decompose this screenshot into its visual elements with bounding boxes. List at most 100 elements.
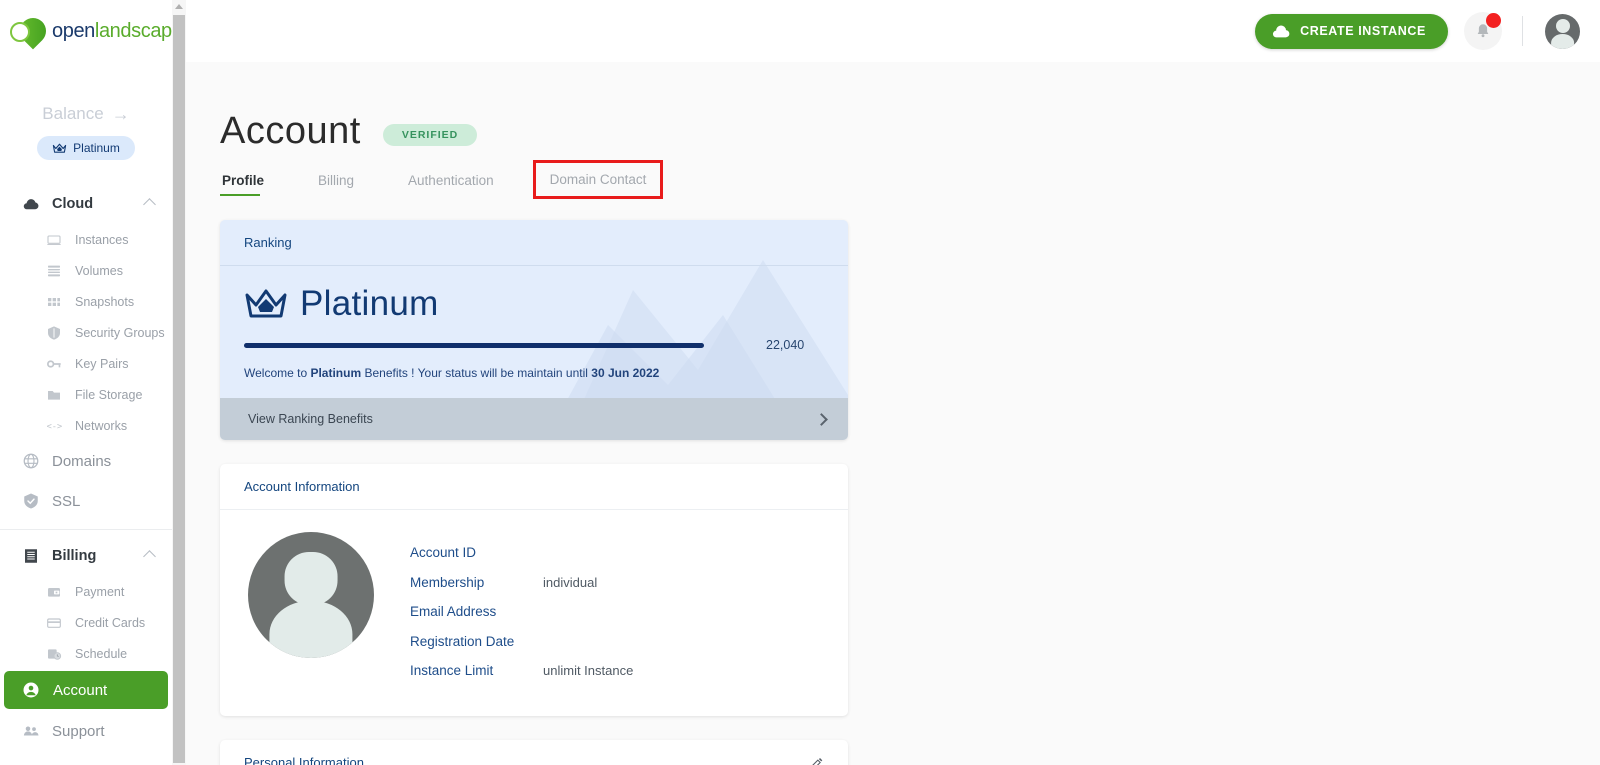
sidebar-item-payment[interactable]: Payment [0,576,172,607]
sidebar-group-billing-label: Billing [52,548,97,564]
crown-icon [245,289,287,318]
sidebar-group-cloud[interactable]: Cloud [0,184,172,224]
view-ranking-benefits-link[interactable]: View Ranking Benefits [220,398,848,440]
account-row-account-id: Account ID [410,538,633,568]
balance-label: Balance [42,104,104,123]
top-header: CREATE INSTANCE [186,0,1600,62]
sidebar-item-key-pairs-label: Key Pairs [75,356,129,371]
globe-icon [23,453,39,469]
svg-text:<->: <-> [47,422,62,432]
pencil-icon[interactable] [808,755,824,765]
ranking-progress-row: 22,040 [244,338,824,352]
view-ranking-benefits-label: View Ranking Benefits [248,412,373,426]
main-content: Account VERIFIED Profile Billing Authent… [186,62,1600,765]
cloud-icon [1273,24,1290,37]
sidebar-rank-pill[interactable]: Platinum [37,136,135,160]
sidebar-item-domains-label: Domains [52,452,112,470]
personal-information-title: Personal Information [244,755,364,765]
sidebar-scrollbar[interactable] [172,0,186,765]
sidebar-item-instances-label: Instances [75,232,129,247]
ranking-points: 22,040 [766,338,805,352]
account-information-body: Account ID Membership individual Email A… [220,510,848,716]
sidebar-item-account-label: Account [53,681,108,699]
sidebar-item-key-pairs[interactable]: Key Pairs [0,348,172,379]
sidebar-item-payment-label: Payment [75,584,125,599]
account-row-registration-date: Registration Date [410,627,633,657]
cloud-icon [23,199,39,210]
tab-profile[interactable]: Profile [220,167,266,196]
sidebar-item-security-groups[interactable]: Security Groups [0,317,172,348]
tab-domain-contact[interactable]: Domain Contact [532,160,664,199]
scrollbar-thumb[interactable] [173,15,185,763]
account-row-instance-limit: Instance Limit unlimit Instance [410,656,633,686]
shield-icon [48,325,60,340]
ranking-note-middle: Benefits ! Your status will be maintain … [361,366,592,380]
wallet-icon [48,587,60,597]
notifications-button[interactable] [1464,12,1502,50]
balance-link[interactable]: Balance → [0,104,172,124]
user-avatar-icon [248,532,374,658]
key-icon [47,359,61,368]
user-circle-icon [23,682,39,698]
notification-badge [1486,13,1501,28]
sidebar-item-ssl-label: SSL [52,492,81,510]
snapshots-icon [48,297,60,306]
logo-text-primary: open [52,19,95,42]
personal-information-header: Personal Information [220,740,848,765]
header-divider [1522,16,1523,46]
ranking-progress-fill [244,342,704,348]
sidebar-item-account[interactable]: Account [4,671,168,709]
shield-check-icon [24,493,38,509]
people-icon [23,726,39,736]
ranking-tier-name: Platinum [300,284,439,323]
account-row-membership: Membership individual [410,568,633,598]
membership-label: Membership [410,574,485,590]
ranking-note-tier: Platinum [310,366,362,380]
sidebar-item-ssl[interactable]: SSL [0,481,172,521]
brand-logo-text: openlandscape [52,20,172,43]
sidebar-item-file-storage[interactable]: File Storage [0,379,172,410]
sidebar-item-snapshots-label: Snapshots [75,294,135,309]
ranking-card: Ranking Platinum 22,040 Welcome to Plati… [220,220,848,440]
sidebar-item-snapshots[interactable]: Snapshots [0,286,172,317]
instance-limit-label: Instance Limit [410,663,494,679]
user-avatar-icon[interactable] [1545,13,1580,49]
chevron-up-icon [143,549,156,563]
tab-authentication[interactable]: Authentication [406,167,496,196]
sidebar-item-credit-cards-label: Credit Cards [75,615,146,630]
sidebar-item-networks[interactable]: <-> Networks [0,410,172,441]
create-instance-button[interactable]: CREATE INSTANCE [1255,13,1448,49]
personal-information-card: Personal Information [220,739,848,765]
sidebar: openlandscape Balance → Platinum Cloud [0,0,172,765]
sidebar-item-credit-cards[interactable]: Credit Cards [0,607,172,638]
sidebar-item-instances[interactable]: Instances [0,224,172,255]
monitor-icon [47,234,61,245]
sidebar-item-schedule[interactable]: Schedule [0,638,172,669]
page-header: Account VERIFIED [186,62,1600,153]
create-instance-label: CREATE INSTANCE [1300,24,1426,38]
scroll-up-arrow-icon[interactable] [172,0,186,13]
registration-date-label: Registration Date [410,633,515,649]
brand-logo[interactable]: openlandscape [0,0,172,62]
instance-limit-value: unlimit Instance [543,663,634,679]
sidebar-item-networks-label: Networks [75,418,128,433]
logo-text-secondary: landscape [94,19,172,42]
account-tabs: Profile Billing Authentication Domain Co… [186,160,1600,199]
account-id-label: Account ID [410,545,477,561]
ranking-note-prefix: Welcome to [244,366,311,380]
arrow-right-icon: → [111,104,130,124]
sidebar-rank-pill-label: Platinum [73,141,120,155]
ranking-body: Platinum 22,040 Welcome to Platinum Bene… [220,266,848,398]
sidebar-group-billing[interactable]: Billing [0,536,172,576]
schedule-clock-icon [48,648,62,660]
tab-billing[interactable]: Billing [316,167,356,196]
sidebar-item-volumes[interactable]: Volumes [0,255,172,286]
sidebar-item-volumes-label: Volumes [75,263,123,278]
receipt-icon [25,549,37,563]
credit-card-icon [47,617,61,628]
sidebar-nav: Cloud Instances Volumes Snapshots Securi… [0,184,172,751]
ranking-tier-row: Platinum [244,284,824,324]
sidebar-item-domains[interactable]: Domains [0,441,172,481]
page-title: Account [220,110,361,152]
sidebar-item-support[interactable]: Support [0,711,172,751]
